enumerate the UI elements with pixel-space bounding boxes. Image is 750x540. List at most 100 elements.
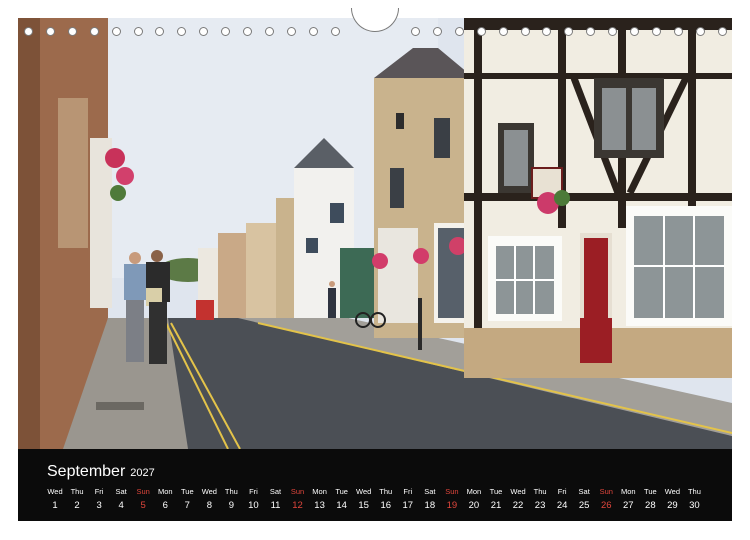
binding-hole [221,27,231,36]
binding-hole [542,27,552,36]
weekday-label: Sun [445,487,459,496]
day-cell: Mon 13 [309,487,331,512]
day-cell: Wed 8 [198,487,220,512]
day-cell: Thu 2 [66,487,88,512]
weekday-label: Sun [599,487,613,496]
weekday-label: Fri [403,487,413,496]
binding-hole [155,27,165,36]
binding-hole [717,27,727,36]
weekday-label: Thu [70,487,84,496]
weekday-label: Wed [356,487,372,496]
day-cell: Sat 4 [110,487,132,512]
date-number: 15 [358,500,369,511]
day-cell: Thu 23 [529,487,551,512]
binding-hole [411,27,420,36]
date-number: 18 [424,500,436,511]
day-cell: Sat 11 [265,487,287,512]
date-number: 28 [645,500,656,511]
date-number: 22 [512,500,524,511]
day-cell: Mon 6 [154,487,176,512]
day-cell: Fri 10 [242,487,264,512]
date-number: 20 [468,500,480,511]
day-cell: Sun 26 [595,487,617,512]
weekday-label: Tue [180,487,194,496]
binding-hole [630,27,639,36]
weekday-label: Sat [115,487,127,496]
weekday-label: Wed [47,487,63,496]
date-number: 17 [402,500,414,511]
binding-hole [24,27,33,36]
date-number: 1 [52,500,58,511]
weekday-label: Mon [621,487,636,496]
weekday-label: Thu [687,487,701,496]
day-cell: Wed 29 [661,487,683,512]
weekday-label: Tue [644,487,657,496]
binding-hole [67,27,77,36]
street-scene-image [18,18,732,449]
binding-hole [308,27,318,36]
date-number: 11 [270,500,281,511]
date-number: 26 [600,500,612,511]
days-row: Wed 1 Thu 2 Fri 3 Sat 4 Sun 5 Mon 6 Tue 7 Wed 8 Thu 9 Fri 1… [18,487,732,517]
date-number: 27 [623,500,634,511]
day-cell: Fri 3 [88,487,110,512]
weekday-label: Mon [312,487,327,496]
binding-hole [454,27,464,36]
date-number: 8 [206,500,212,511]
date-number: 24 [556,500,568,511]
day-cell: Thu 16 [375,487,397,512]
binding-hole [286,27,296,36]
day-cell: Tue 28 [639,487,661,512]
weekday-label: Fri [557,487,567,496]
date-number: 2 [74,500,80,511]
binding-hole [133,27,143,36]
day-cell: Mon 27 [617,487,639,512]
day-cell: Sun 12 [287,487,309,512]
day-cell: Fri 17 [397,487,419,512]
date-number: 23 [534,500,546,511]
date-number: 10 [248,500,259,511]
day-cell: Tue 7 [176,487,198,512]
date-number: 5 [140,500,146,511]
weekday-label: Fri [94,487,104,496]
binding-hole [330,27,340,36]
binding-hole [432,27,442,36]
date-number: 12 [292,500,303,511]
weekday-label: Sat [269,487,282,496]
date-number: 29 [667,500,678,511]
binding-hole [45,27,55,36]
calendar-bar: September 2027 Wed 1 Thu 2 Fri 3 Sat 4 Sun 5 Mon 6 Tu… [18,449,732,521]
weekday-label: Sun [136,487,150,496]
binding-hole [476,27,486,36]
date-number: 6 [162,500,168,511]
year-label: 2027 [130,467,155,479]
binding-hole [111,27,121,36]
binding-hole [498,27,508,36]
binding-hole [89,27,99,36]
day-cell: Fri 24 [551,487,573,512]
day-cell: Sat 18 [419,487,441,512]
date-number: 19 [446,500,458,511]
date-number: 9 [228,500,235,511]
weekday-label: Thu [379,487,393,496]
weekday-label: Fri [249,487,258,496]
binding-hole [608,27,618,36]
weekday-label: Mon [466,487,482,496]
weekday-label: Tue [335,487,348,496]
weekday-label: Sat [424,487,436,496]
binding-hole [673,27,683,36]
month-name: September [47,463,126,480]
day-cell: Thu 9 [220,487,242,512]
day-cell: Wed 15 [353,487,375,512]
calendar-photo [18,18,732,449]
day-cell: Tue 21 [485,487,507,512]
binding-hole [564,27,574,36]
binding-hole [264,27,274,36]
date-number: 13 [314,500,325,511]
binding-hole [520,27,530,36]
day-cell: Sat 25 [573,487,595,512]
date-number: 21 [490,500,502,511]
day-cell: Sun 5 [132,487,154,512]
weekday-label: Tue [489,487,503,496]
binding-hole [177,27,187,36]
